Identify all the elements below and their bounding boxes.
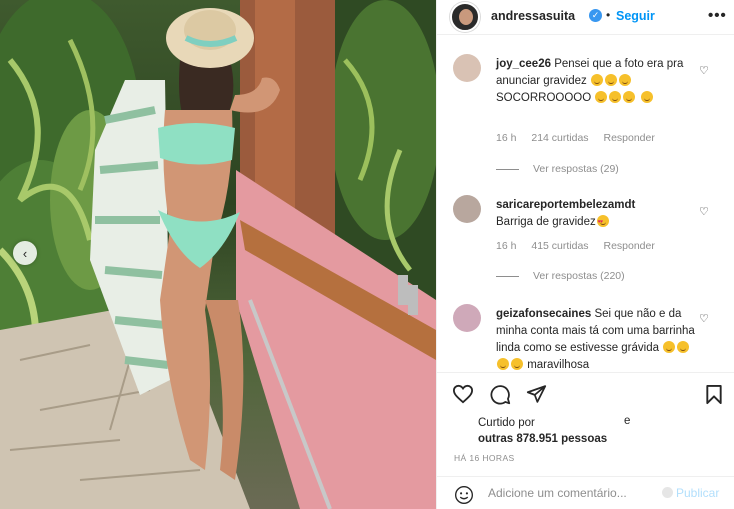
separator-dot: • [606,8,611,22]
author-avatar[interactable] [450,2,480,32]
post-timestamp[interactable]: HÁ 16 HORAS [454,453,515,463]
likes-summary: Curtido por outras 878.951 pessoas [478,415,678,447]
view-replies-button[interactable]: Ver respostas (220) [496,270,625,282]
publish-button[interactable]: Publicar [662,486,719,500]
emoji-picker-icon[interactable] [454,485,474,505]
comment-likes[interactable]: 415 curtidas [531,240,588,252]
like-comment-icon[interactable]: ♡ [699,205,709,218]
comment-text: geizafonsecaines Sei que não e da minha … [496,306,701,370]
author-username[interactable]: andressasuita [491,9,575,23]
post-photo-illustration [0,0,436,509]
like-post-icon[interactable] [452,384,474,404]
like-comment-icon[interactable]: ♡ [699,64,709,77]
comments-list[interactable]: joy_cee26 Pensei que a foto era pra anun… [437,36,734,370]
comment-text: joy_cee26 Pensei que a foto era pra anun… [496,56,701,107]
comment-body-continued: SOCORROOOOO [496,92,592,104]
grimacing-emoji-icon [677,341,690,353]
chevron-left-icon: ‹ [22,245,28,261]
liked-by-connector: e [624,415,631,427]
comment-input[interactable] [488,486,653,500]
grimacing-emoji-icon [663,341,676,353]
heart-eyes-emoji-icon [596,214,609,231]
grinning-sweat-emoji-icon [609,91,622,103]
liked-by-label: Curtido por [478,417,535,429]
grinning-sweat-emoji-icon [590,74,603,86]
grinning-sweat-emoji-icon [640,91,653,103]
comment-username[interactable]: geizafonsecaines [496,308,591,320]
comment-time: 16 h [496,240,517,252]
publish-label: Publicar [676,486,720,500]
grimacing-emoji-icon [511,358,523,370]
like-comment-icon[interactable]: ♡ [699,312,709,325]
reply-button[interactable]: Responder [603,132,654,144]
grinning-sweat-emoji-icon [595,91,608,103]
comment-likes[interactable]: 214 curtidas [531,132,588,144]
comment-post-icon[interactable] [490,384,511,405]
follow-button[interactable]: Seguir [616,9,655,23]
commenter-avatar[interactable] [453,54,481,82]
save-post-icon[interactable] [705,384,723,405]
reply-button[interactable]: Responder [603,240,654,252]
comment-body: Barriga de gravidez [496,216,596,228]
add-comment-bar: Publicar [437,476,734,509]
comment-body-end: maravilhosa [527,359,590,370]
comment-meta: 16 h 214 curtidas Responder [496,132,667,144]
comment-text: saricareportembelezamdt Barriga de gravi… [496,197,701,231]
view-replies-button[interactable]: Ver respostas (29) [496,163,619,175]
grimacing-emoji-icon [497,358,509,370]
post-actions-bar [437,372,734,416]
comment-username[interactable]: joy_cee26 [496,58,551,70]
comment-username[interactable]: saricareportembelezamdt [496,199,635,211]
commenter-avatar[interactable] [453,195,481,223]
post-header: andressasuita ✓ • Seguir ••• [437,0,734,35]
grinning-sweat-emoji-icon [623,91,636,103]
verified-badge-icon: ✓ [589,9,602,22]
publish-emoji-icon [662,487,673,498]
share-post-icon[interactable] [526,384,547,404]
comment-meta: 16 h 415 curtidas Responder [496,240,667,252]
more-options-icon[interactable]: ••• [708,7,727,24]
post-photo: ‹ [0,0,436,509]
comment-time: 16 h [496,132,517,144]
grinning-sweat-emoji-icon [618,74,631,86]
post-side-panel: andressasuita ✓ • Seguir ••• joy_cee26 P… [436,0,734,509]
liked-by-others-count[interactable]: outras 878.951 pessoas [478,431,678,447]
previous-photo-button[interactable]: ‹ [13,241,37,265]
grinning-sweat-emoji-icon [604,74,617,86]
commenter-avatar[interactable] [453,304,481,332]
